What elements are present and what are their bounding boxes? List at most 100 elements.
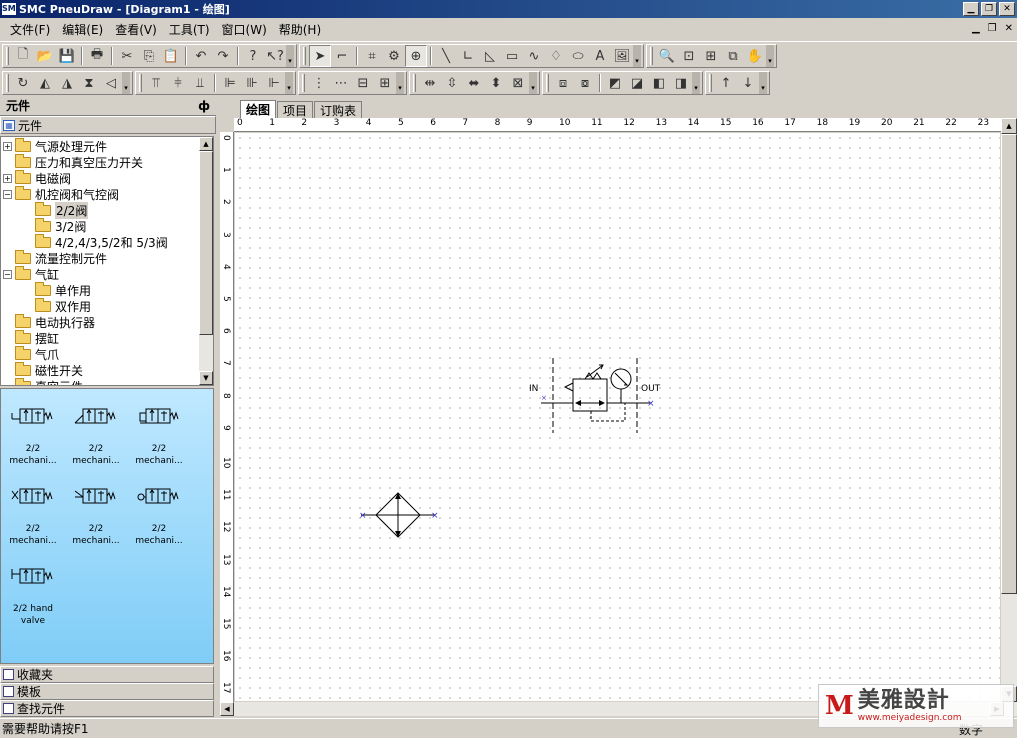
collapse-icon[interactable]: −: [3, 269, 12, 279]
scroll-thumb[interactable]: [1001, 134, 1017, 594]
tree-item[interactable]: 4/2,4/3,5/2和 5/3阀: [35, 233, 168, 250]
open-folder-icon[interactable]: 📂: [34, 45, 56, 67]
connector-icon[interactable]: ⌐: [331, 45, 353, 67]
move-down-icon[interactable]: ↓: [737, 72, 759, 94]
same-height-icon[interactable]: ⬍: [485, 72, 507, 94]
menu-edit[interactable]: 编辑(E): [56, 21, 109, 38]
tree-item[interactable]: 双作用: [35, 297, 91, 314]
new-file-icon[interactable]: 🗋: [12, 45, 34, 67]
polyline-icon[interactable]: ∟: [457, 45, 479, 67]
help-icon[interactable]: ?: [242, 45, 264, 67]
toolbar-grip[interactable]: [302, 74, 305, 92]
tree-item[interactable]: 单作用: [35, 281, 91, 298]
align-center-icon[interactable]: ⊪: [241, 72, 263, 94]
mirror-icon[interactable]: ⧗: [78, 72, 100, 94]
mirror-h-icon[interactable]: ◁: [100, 72, 122, 94]
save-icon[interactable]: 💾: [56, 45, 78, 67]
toolbar-overflow-icon[interactable]: ▾: [396, 72, 404, 94]
align-left-icon[interactable]: ⊫: [219, 72, 241, 94]
tree-scrollbar[interactable]: ▲ ▼: [199, 137, 213, 385]
tree-item[interactable]: − 机控阀和气控阀: [3, 185, 119, 202]
redo-icon[interactable]: ↷: [212, 45, 234, 67]
drawing-canvas[interactable]: × × IN OUT × ×: [235, 133, 1000, 701]
paste-icon[interactable]: 📋: [160, 45, 182, 67]
cut-icon[interactable]: ✂: [116, 45, 138, 67]
tab-drawing[interactable]: 绘图: [240, 100, 277, 118]
palette-item[interactable]: 2/2 mechani...: [127, 485, 191, 547]
toolbar-grip[interactable]: [6, 47, 9, 65]
tab-order-list[interactable]: 订购表: [314, 101, 363, 118]
minimize-icon[interactable]: ▁: [963, 2, 979, 16]
group-icon[interactable]: ⧈: [552, 72, 574, 94]
toolbar-overflow-icon[interactable]: ▾: [286, 45, 294, 67]
snap-icon[interactable]: ⊕: [405, 45, 427, 67]
section-components[interactable]: ▦ 元件: [0, 116, 216, 134]
image-icon[interactable]: 🖼: [611, 45, 633, 67]
toolbar-overflow-icon[interactable]: ▾: [766, 45, 774, 67]
tree-item[interactable]: 磁性开关: [15, 361, 83, 378]
toolbar-overflow-icon[interactable]: ▾: [285, 72, 293, 94]
mdi-restore-icon[interactable]: ❐: [988, 23, 997, 34]
align-middle-icon[interactable]: ⫩: [167, 72, 189, 94]
toolbar-grip[interactable]: [650, 47, 653, 65]
tree-item[interactable]: + 气源处理元件: [3, 137, 107, 154]
tree-item[interactable]: 压力和真空压力开关: [15, 153, 143, 170]
tree-item[interactable]: 2/2阀: [35, 201, 89, 219]
space-h-icon[interactable]: ⇹: [419, 72, 441, 94]
menu-window[interactable]: 窗口(W): [216, 21, 273, 38]
toolbar-grip[interactable]: [546, 74, 549, 92]
pan-hand-icon[interactable]: ✋: [744, 45, 766, 67]
ungroup-icon[interactable]: ⧇: [574, 72, 596, 94]
context-help-icon[interactable]: ↖?: [264, 45, 286, 67]
send-backward-icon[interactable]: ◨: [670, 72, 692, 94]
space-v-icon[interactable]: ⇳: [441, 72, 463, 94]
scroll-down-icon[interactable]: ▼: [199, 371, 213, 385]
same-size-icon[interactable]: ⊠: [507, 72, 529, 94]
filter-symbol[interactable]: × ×: [359, 492, 439, 538]
scroll-up-icon[interactable]: ▲: [199, 137, 213, 151]
text-icon[interactable]: A: [589, 45, 611, 67]
ellipse-icon[interactable]: ⬭: [567, 45, 589, 67]
rectangle-icon[interactable]: ▭: [501, 45, 523, 67]
scroll-up-icon[interactable]: ▲: [1001, 118, 1017, 134]
tree-item[interactable]: 电动执行器: [15, 313, 95, 330]
zoom-page-icon[interactable]: ⊡: [678, 45, 700, 67]
toolbar-grip[interactable]: [6, 74, 9, 92]
align-top-icon[interactable]: ⫪: [145, 72, 167, 94]
toolbar-grip[interactable]: [139, 74, 142, 92]
distribute-v2-icon[interactable]: ⋯: [330, 72, 352, 94]
undo-icon[interactable]: ↶: [190, 45, 212, 67]
zoom-icon[interactable]: 🔍: [656, 45, 678, 67]
send-back-icon[interactable]: ◪: [626, 72, 648, 94]
distribute-v-icon[interactable]: ⋮: [308, 72, 330, 94]
freeform-icon[interactable]: ♢: [545, 45, 567, 67]
tab-project[interactable]: 项目: [277, 101, 314, 118]
edit-points-icon[interactable]: ⌗: [361, 45, 383, 67]
toolbar-overflow-icon[interactable]: ▾: [692, 72, 700, 94]
curve-icon[interactable]: ∿: [523, 45, 545, 67]
tree-item[interactable]: − 气缸: [3, 265, 59, 282]
toolbar-grip[interactable]: [709, 74, 712, 92]
zoom-window-icon[interactable]: ⧉: [722, 45, 744, 67]
zoom-fit-icon[interactable]: ⊞: [700, 45, 722, 67]
toolbar-overflow-icon[interactable]: ▾: [529, 72, 537, 94]
bring-forward-icon[interactable]: ◧: [648, 72, 670, 94]
menu-view[interactable]: 查看(V): [109, 21, 163, 38]
expand-icon[interactable]: +: [3, 173, 12, 183]
mdi-minimize-icon[interactable]: ▁: [972, 23, 980, 34]
toolbar-grip[interactable]: [413, 74, 416, 92]
toolbar-overflow-icon[interactable]: ▾: [122, 72, 130, 94]
tree-item[interactable]: + 电磁阀: [3, 169, 71, 186]
rotate-icon[interactable]: ↻: [12, 72, 34, 94]
palette-item[interactable]: 2/2 mechani...: [127, 405, 191, 467]
tree-item[interactable]: 气爪: [15, 345, 59, 362]
close-icon[interactable]: ✕: [999, 2, 1015, 16]
menu-file[interactable]: 文件(F): [4, 21, 56, 38]
align-right-icon[interactable]: ⊩: [263, 72, 285, 94]
tree-item[interactable]: 流量控制元件: [15, 249, 107, 266]
copy-icon[interactable]: ⎘: [138, 45, 160, 67]
distribute-h2-icon[interactable]: ⊞: [374, 72, 396, 94]
menu-tools[interactable]: 工具(T): [163, 21, 216, 38]
palette-item[interactable]: 2/2 hand valve: [1, 565, 65, 627]
palette-item[interactable]: 2/2 mechani...: [64, 405, 128, 467]
